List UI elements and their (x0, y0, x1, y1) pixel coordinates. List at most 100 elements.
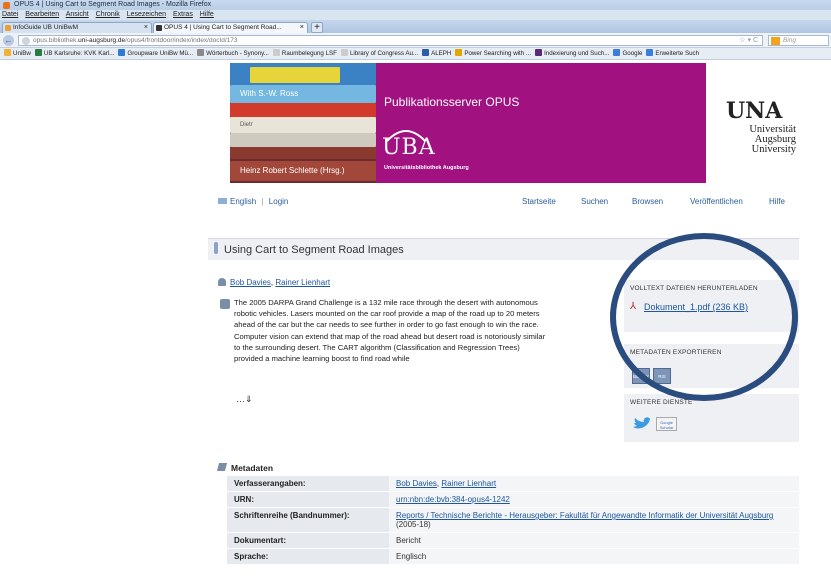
tab-bar: InfoGuide UB UniBwM × OPUS 4 | Using Car… (0, 20, 831, 33)
download-box: VOLLTEXT DATEIEN HERUNTERLADEN ⅄ Dokumen… (624, 280, 799, 332)
url-bar-icons[interactable]: ☆ ▾ C (739, 36, 758, 46)
menu-chronik[interactable]: Chronik (96, 11, 120, 18)
window-title: OPUS 4 | Using Cart to Segment Road Imag… (14, 1, 212, 8)
bookmark-item[interactable]: Erweiterte Such (646, 48, 700, 59)
bookmark-label: Groupware UniBw Mü... (127, 50, 194, 57)
bookmark-item[interactable]: Wörterbuch - Synony... (197, 48, 269, 59)
expand-abstract-button[interactable]: …⇓ (236, 394, 253, 405)
twitter-icon[interactable] (631, 416, 653, 432)
menu-datei[interactable]: Datei (2, 11, 18, 18)
user-icon (218, 278, 226, 286)
export-box: METADATEN EXPORTIEREN BIBTEX RIS (624, 344, 799, 388)
bookmarks-bar: UniBw UB Karlsruhe: KVK Karl... Groupware … (0, 48, 831, 60)
author-link[interactable]: Rainer Lienhart (275, 278, 330, 287)
bookmark-label: ALEPH (431, 50, 452, 57)
metadata-key: URN: (227, 491, 389, 508)
navigation-bar: ← opus.bibliothek.uni-augsburg.de/opus4/… (0, 33, 831, 48)
tab-opus[interactable]: OPUS 4 | Using Cart to Segment Road... × (153, 22, 308, 33)
url-path: /opus4/frontdoor/index/index/docId/173 (125, 37, 238, 44)
nav-suchen[interactable]: Suchen (581, 197, 608, 206)
bookmark-item[interactable]: Indexierung und Such... (535, 48, 609, 59)
nav-hilfe[interactable]: Hilfe (769, 197, 785, 206)
bookmark-item[interactable]: ALEPH (422, 48, 452, 59)
abstract-icon (220, 299, 230, 309)
book-spine: Heinz Robert Schlette (Hrsg.) (230, 161, 376, 181)
bookmark-icon (340, 49, 348, 56)
menu-extras[interactable]: Extras (173, 11, 193, 18)
uba-logo[interactable]: UBA (382, 135, 436, 160)
url-bar[interactable]: opus.bibliothek.uni-augsburg.de/opus4/fr… (18, 35, 763, 46)
menu-hilfe[interactable]: Hilfe (200, 11, 214, 18)
new-tab-button[interactable]: + (311, 22, 323, 33)
services-heading: WEITERE DIENSTE (630, 399, 693, 406)
authors-line: Bob Davies, Rainer Lienhart (218, 278, 330, 287)
author-link[interactable]: Bob Davies (230, 278, 271, 287)
metadata-link[interactable]: Rainer Lienhart (441, 479, 496, 488)
metadata-value: Englisch (389, 548, 799, 565)
nav-veroeffentlichen[interactable]: Veröffentlichen (690, 197, 743, 206)
bibtex-export-icon[interactable]: BIBTEX (632, 368, 650, 384)
menu-lesezeichen[interactable]: Lesezeichen (127, 11, 166, 18)
flag-icon (218, 198, 227, 204)
site-title: Publikationsserver OPUS (384, 95, 520, 109)
bookmark-label: Erweiterte Such (655, 50, 700, 57)
site-banner: With S.-W. Ross Dietr Heinz Robert Schle… (230, 63, 800, 183)
bookmark-item[interactable]: UniBw (4, 48, 31, 59)
bookmark-label: Power Searching with ... (464, 50, 532, 57)
services-box: WEITERE DIENSTE Google Scholar (624, 394, 799, 442)
bookmark-label: UB Karlsruhe: KVK Karl... (43, 50, 115, 57)
separator: , (270, 278, 274, 287)
url-domain: uni-augsburg.de (78, 37, 126, 44)
menu-ansicht[interactable]: Ansicht (66, 11, 89, 18)
bookmark-item[interactable]: Google (613, 48, 642, 59)
bookmark-item[interactable]: Power Searching with ... (455, 48, 532, 59)
nav-browsen[interactable]: Browsen (632, 197, 663, 206)
uba-subtitle: Universitätsbibliothek Augsburg (384, 165, 469, 171)
google-scholar-icon[interactable]: Google Scholar (656, 417, 677, 431)
book-spine: With S.-W. Ross (230, 85, 376, 103)
bookmark-item[interactable]: UB Karlsruhe: KVK Karl... (34, 48, 115, 59)
bookmark-label: Raumbelegung LSF (281, 50, 337, 57)
bookmark-icon (272, 49, 280, 56)
close-tab-icon[interactable]: × (144, 23, 148, 33)
login-link[interactable]: Login (269, 197, 289, 206)
metadata-heading-text: Metadaten (231, 463, 274, 473)
bookmark-item[interactable]: Groupware UniBw Mü... (118, 48, 194, 59)
pdf-download-link[interactable]: Dokument_1.pdf (236 KB) (644, 302, 748, 312)
nav-startseite[interactable]: Startseite (522, 197, 556, 206)
metadata-link[interactable]: Reports / Technische Berichte - Herausge… (396, 511, 773, 520)
metadata-key: Verfasserangaben: (227, 476, 389, 492)
bing-icon (771, 37, 780, 45)
search-input[interactable]: Bing (768, 35, 829, 46)
menu-bearbeiten[interactable]: Bearbeiten (25, 11, 59, 18)
metadata-value: Bericht (389, 532, 799, 549)
uni-name: Universität Augsburg University (718, 124, 796, 155)
tab-label: OPUS 4 | Using Cart to Segment Road... (164, 24, 282, 31)
metadata-link[interactable]: Bob Davies (396, 479, 437, 488)
download-heading: VOLLTEXT DATEIEN HERUNTERLADEN (630, 285, 758, 292)
bookmark-item[interactable]: Raumbelegung LSF (272, 48, 337, 59)
back-button[interactable]: ← (3, 35, 14, 46)
bookmark-icon (535, 49, 543, 56)
metadata-link[interactable]: urn:nbn:de:bvb:384-opus4-1242 (396, 495, 510, 504)
bookmark-icon (197, 49, 205, 56)
metadata-value: urn:nbn:de:bvb:384-opus4-1242 (389, 491, 799, 508)
export-heading: METADATEN EXPORTIEREN (630, 349, 722, 356)
university-logo[interactable]: UNA Universität Augsburg University (706, 63, 800, 183)
bookmark-label: UniBw (13, 50, 31, 57)
bookmark-icon (34, 49, 42, 56)
book-spine: Dietr (230, 117, 376, 133)
books-image: With S.-W. Ross Dietr Heinz Robert Schle… (230, 63, 376, 183)
close-tab-icon[interactable]: × (300, 23, 304, 33)
bookmark-item[interactable]: Library of Congress Au... (340, 48, 419, 59)
tab-infoguide[interactable]: InfoGuide UB UniBwM × (2, 22, 152, 33)
bookmark-icon (613, 49, 621, 56)
ris-export-icon[interactable]: RIS (653, 368, 671, 384)
firefox-icon (3, 2, 10, 9)
bookmark-label: Library of Congress Au... (349, 50, 419, 57)
document-title-bar: Using Cart to Segment Road Images (208, 238, 799, 260)
menu-bar: Datei Bearbeiten Ansicht Chronik Lesezei… (0, 10, 831, 20)
top-links: English | Login (218, 197, 288, 206)
metadata-key: Dokumentart: (227, 532, 389, 549)
english-link[interactable]: English (230, 197, 256, 206)
